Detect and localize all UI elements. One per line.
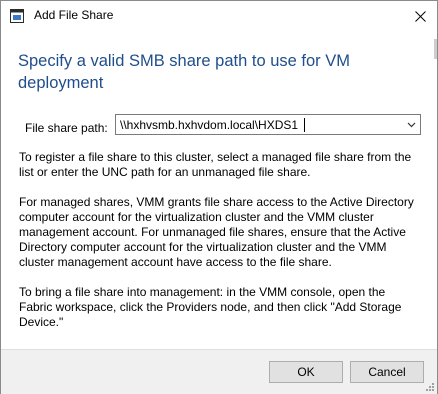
cancel-button[interactable]: Cancel (350, 361, 424, 383)
info-paragraph-management: To bring a file share into management: i… (19, 285, 402, 329)
ok-button[interactable]: OK (269, 361, 343, 383)
file-share-path-label: File share path: (25, 121, 108, 135)
button-bar: OK Cancel (1, 349, 437, 394)
page-heading: Specify a valid SMB share path to use fo… (18, 52, 350, 92)
file-share-path-combobox[interactable]: \\hxhvsmb.hxhvdom.local\HXDS1 (115, 114, 421, 135)
text-caret (304, 118, 305, 132)
app-window-icon (10, 9, 24, 23)
scroll-edge (434, 39, 437, 59)
title-bar[interactable]: Add File Share (1, 1, 437, 31)
info-paragraph-access: For managed shares, VMM grants file shar… (19, 195, 414, 269)
window-title: Add File Share (34, 8, 114, 22)
close-icon (414, 10, 426, 22)
add-file-share-dialog: Add File Share Specify a valid SMB share… (0, 0, 438, 394)
close-button[interactable] (403, 1, 437, 31)
file-share-path-input[interactable]: \\hxhvsmb.hxhvdom.local\HXDS1 (120, 118, 298, 132)
chevron-down-icon[interactable] (407, 121, 416, 129)
info-paragraph-register: To register a file share to this cluster… (19, 150, 412, 179)
resize-grip-icon[interactable] (424, 381, 435, 392)
